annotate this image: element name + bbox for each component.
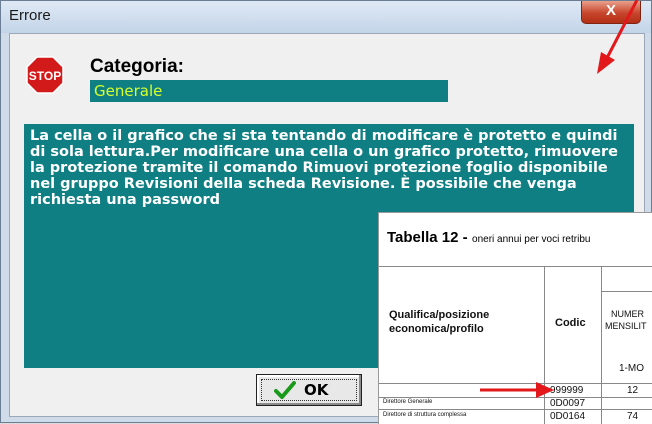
row-number: 12 xyxy=(627,385,639,396)
title-bar[interactable]: Errore X xyxy=(1,1,651,33)
grid-line xyxy=(601,291,652,292)
checkmark-icon xyxy=(274,381,296,399)
stop-icon-text: STOP xyxy=(29,69,61,83)
ok-button[interactable]: OK xyxy=(256,374,362,406)
header-codice: Codic xyxy=(555,317,586,329)
window-title: Errore xyxy=(9,7,51,24)
row-name: Direttore di struttura complessa xyxy=(383,412,467,418)
header-numero: NUMER xyxy=(611,309,644,319)
red-arrow-top xyxy=(597,0,639,74)
header-qualifica: economica/profilo xyxy=(389,323,484,335)
message-line: la protezione tramite il comando Rimuovi… xyxy=(30,160,608,176)
header-numero: MENSILIT xyxy=(605,321,647,331)
row-name: Direttore Generale xyxy=(383,399,433,405)
category-value: Generale xyxy=(90,80,448,102)
header-subheader: 1-MO xyxy=(619,363,644,374)
message-line: La cella o il grafico che si sta tentand… xyxy=(30,128,618,144)
table-title: Tabella 12 - oneri annui per voci retrib… xyxy=(387,229,590,247)
message-line: di sola lettura.Per modificare una cella… xyxy=(30,144,618,160)
row-code: 0D0164 xyxy=(550,411,586,422)
grid-line xyxy=(379,266,652,267)
row-number: 74 xyxy=(627,411,639,422)
header-qualifica: Qualifica/posizione xyxy=(389,309,490,321)
table-title-bold: Tabella 12 - xyxy=(387,229,468,246)
ok-label: OK xyxy=(304,381,329,399)
table-title-rest: oneri annui per voci retribu xyxy=(472,234,591,245)
category-label: Categoria: xyxy=(90,56,184,77)
grid-line xyxy=(379,409,652,410)
ok-focus-ring: OK xyxy=(261,379,357,401)
message-line: richiesta una password xyxy=(30,192,221,208)
stop-icon: STOP xyxy=(26,56,64,94)
grid-line xyxy=(601,266,602,424)
message-line: nel gruppo Revisioni della scheda Revisi… xyxy=(30,176,577,192)
red-arrow-table xyxy=(480,382,554,398)
